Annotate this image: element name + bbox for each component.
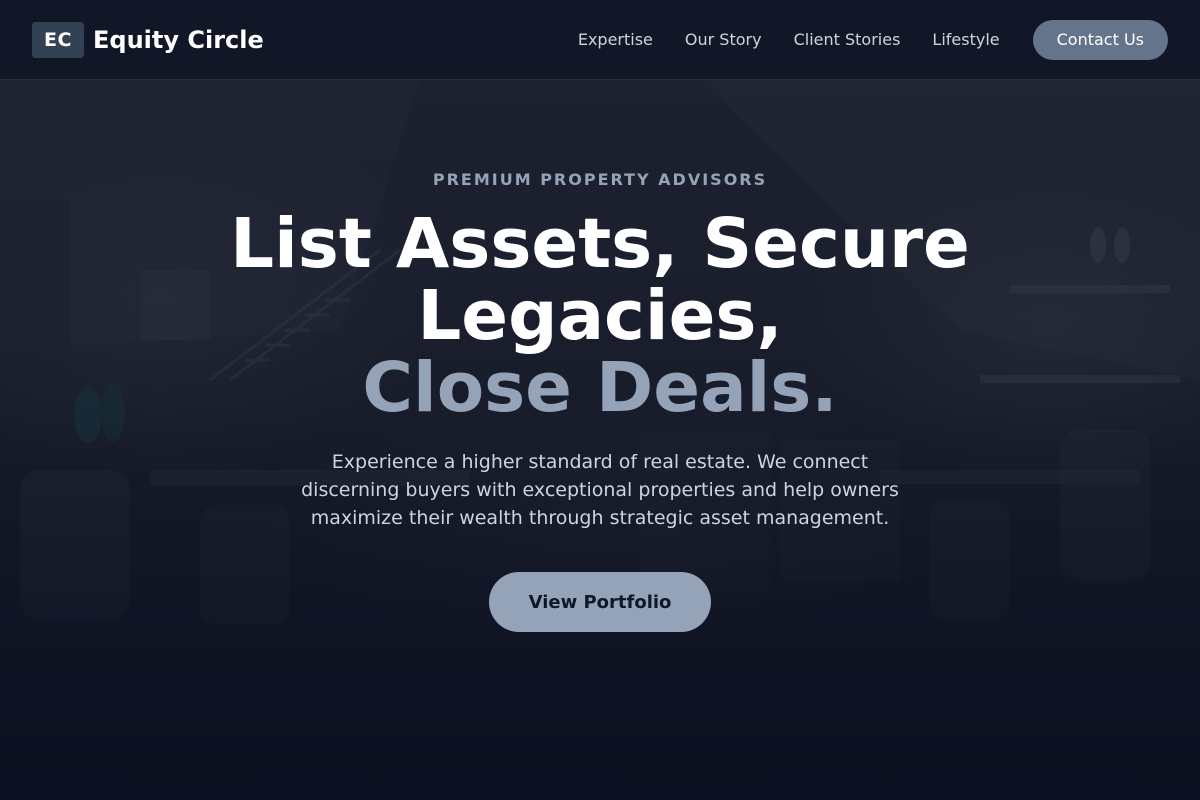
headline-line-1: List Assets, Secure [230,204,970,284]
hero-section: PREMIUM PROPERTY ADVISORS List Assets, S… [0,80,1200,800]
nav-link-expertise[interactable]: Expertise [578,30,653,49]
nav-link-lifestyle[interactable]: Lifestyle [932,30,999,49]
top-navbar: EC Equity Circle Expertise Our Story Cli… [0,0,1200,80]
hero-headline: List Assets, Secure Legacies, Close Deal… [0,208,1200,424]
main-nav: Expertise Our Story Client Stories Lifes… [578,19,1168,60]
nav-link-our-story[interactable]: Our Story [685,30,762,49]
headline-accent-line: Close Deals. [362,348,838,428]
view-portfolio-button[interactable]: View Portfolio [489,572,711,632]
contact-us-button[interactable]: Contact Us [1032,19,1168,60]
brand-badge: EC [32,21,84,58]
brand-logo-link[interactable]: EC Equity Circle [32,21,264,58]
hero-eyebrow: PREMIUM PROPERTY ADVISORS [432,170,768,189]
hero-description: Experience a higher standard of real est… [301,451,899,529]
headline-line-2: Legacies, [417,276,783,356]
brand-name: Equity Circle [93,25,264,54]
nav-link-client-stories[interactable]: Client Stories [794,30,901,49]
